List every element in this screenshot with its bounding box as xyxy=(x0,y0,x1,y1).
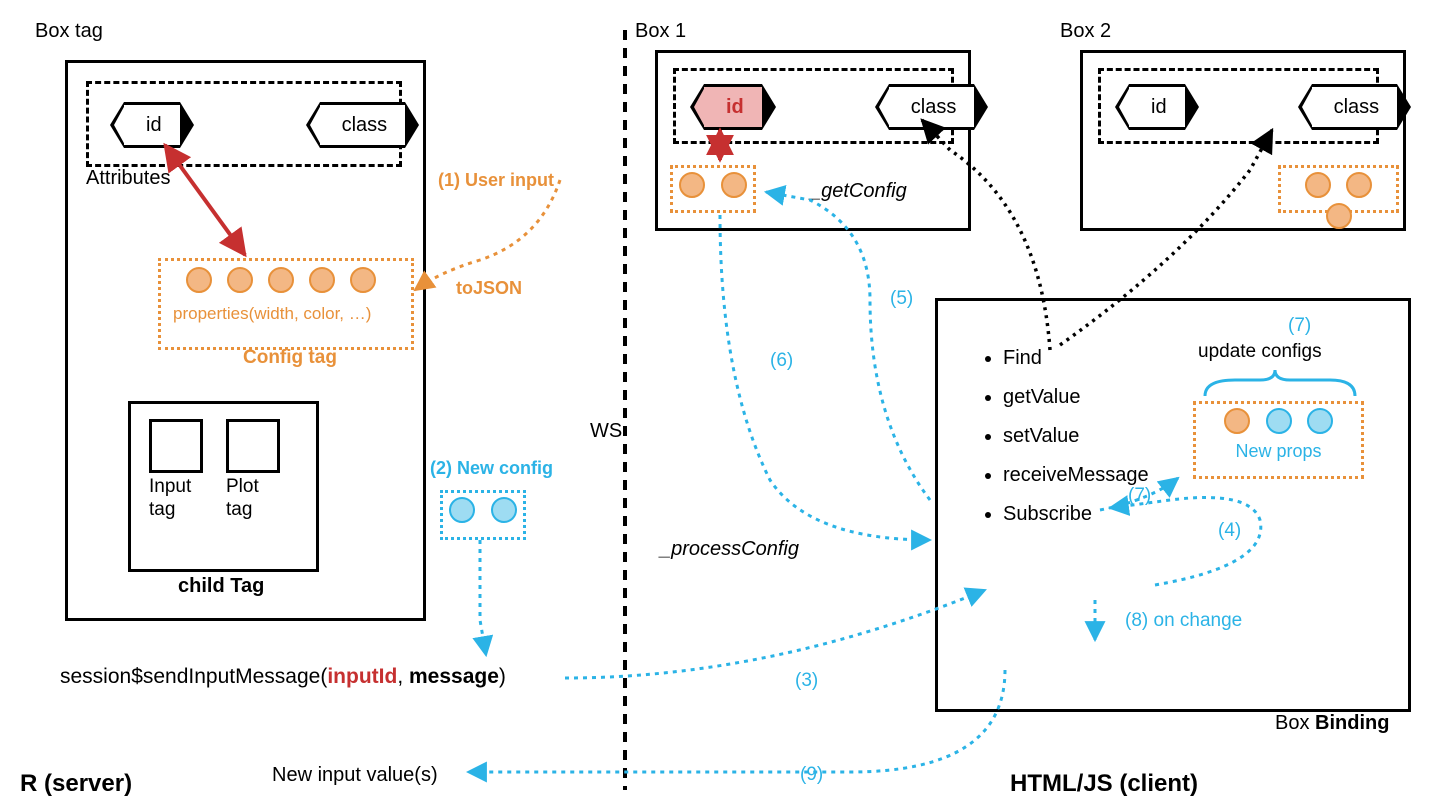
prop-dot-icon xyxy=(721,172,747,198)
attributes-box: id class xyxy=(86,81,402,167)
child-tag-box: Input tag Plot tag xyxy=(128,401,319,572)
step-6-label: (6) xyxy=(770,350,793,372)
box1-id-label: id xyxy=(726,96,744,118)
ws-label: WS xyxy=(590,420,622,443)
box2-attrs: id class xyxy=(1098,68,1379,144)
prop-dot-icon xyxy=(309,267,335,293)
new-config-dot-icon xyxy=(449,497,475,523)
r-server-label: R (server) xyxy=(20,770,132,798)
config-tag-box: properties(width, color, …) xyxy=(158,258,414,350)
new-input-values-label: New input value(s) xyxy=(272,764,438,787)
new-props-label: New props xyxy=(1196,441,1361,462)
class-hex-label: class xyxy=(342,114,388,136)
box2-id-label: id xyxy=(1151,96,1167,118)
box-binding-container: Find getValue setValue receiveMessage Su… xyxy=(935,298,1411,712)
config-tag-label: Config tag xyxy=(243,347,337,369)
processconfig-label: _processConfig xyxy=(660,538,799,561)
prop-dot-icon xyxy=(186,267,212,293)
box1-class-hex: class xyxy=(889,84,975,130)
box2-class-hex: class xyxy=(1312,84,1398,130)
new-config-dot-icon xyxy=(491,497,517,523)
step-2-label: (2) New config xyxy=(430,458,553,479)
step-7a-label: (7) xyxy=(1288,315,1311,337)
box2-label: Box 2 xyxy=(1060,20,1111,43)
prop-dot-icon xyxy=(350,267,376,293)
box-tag-container: id class Attributes properties(width, co… xyxy=(65,60,426,621)
step-4-label: (4) xyxy=(1218,520,1241,542)
new-props-box: New props xyxy=(1193,401,1364,479)
box2-container: id class xyxy=(1080,50,1406,231)
box-binding-label: Box Binding xyxy=(1275,712,1389,735)
input-tag-label: Input tag xyxy=(149,476,209,522)
box1-id-hex: id xyxy=(704,84,762,130)
new-prop-dot-icon xyxy=(1307,408,1333,434)
binding-getvalue: getValue xyxy=(1003,386,1149,409)
step-5-label: (5) xyxy=(890,288,913,310)
prop-dot-icon xyxy=(227,267,253,293)
step-7b-label: (7) xyxy=(1128,485,1151,507)
box2-class-label: class xyxy=(1334,96,1380,118)
new-prop-dot-icon xyxy=(1266,408,1292,434)
binding-setvalue: setValue xyxy=(1003,425,1149,448)
new-config-box xyxy=(440,490,526,540)
prop-dot-icon xyxy=(1224,408,1250,434)
box-tag-title: Box tag xyxy=(35,20,103,43)
step-9-label: (9) xyxy=(800,764,823,786)
step-8-label: (8) on change xyxy=(1125,610,1242,632)
prop-dot-icon xyxy=(268,267,294,293)
binding-receivemessage: receiveMessage xyxy=(1003,464,1149,487)
box1-attrs: id class xyxy=(673,68,954,144)
attributes-label: Attributes xyxy=(86,167,170,190)
client-label: HTML/JS (client) xyxy=(1010,770,1198,798)
prop-dot-icon xyxy=(1326,203,1352,229)
box2-id-hex: id xyxy=(1129,84,1185,130)
getconfig-label: _getConfig xyxy=(810,180,907,203)
prop-dot-icon xyxy=(1346,172,1372,198)
box1-class-label: class xyxy=(911,96,957,118)
prop-dot-icon xyxy=(679,172,705,198)
plot-tag-icon xyxy=(226,419,280,473)
child-tag-heading: child Tag xyxy=(178,575,264,598)
box1-config xyxy=(670,165,756,213)
box1-label: Box 1 xyxy=(635,20,686,43)
step-1-label: (1) User input xyxy=(438,170,554,191)
box2-config xyxy=(1278,165,1399,213)
update-configs-label: update configs xyxy=(1198,341,1322,363)
input-tag-icon xyxy=(149,419,203,473)
properties-label: properties(width, color, …) xyxy=(161,298,411,324)
step-3-label: (3) xyxy=(795,670,818,692)
class-hex: class xyxy=(320,102,406,148)
send-input-message: session$sendInputMessage(inputId, messag… xyxy=(60,665,506,689)
binding-find: Find xyxy=(1003,347,1149,370)
binding-subscribe: Subscribe xyxy=(1003,503,1149,526)
id-hex: id xyxy=(124,102,180,148)
prop-dot-icon xyxy=(1305,172,1331,198)
tojson-label: toJSON xyxy=(456,278,522,299)
plot-tag-label: Plot tag xyxy=(226,476,286,522)
id-hex-label: id xyxy=(146,114,162,136)
box1-container: id class xyxy=(655,50,971,231)
